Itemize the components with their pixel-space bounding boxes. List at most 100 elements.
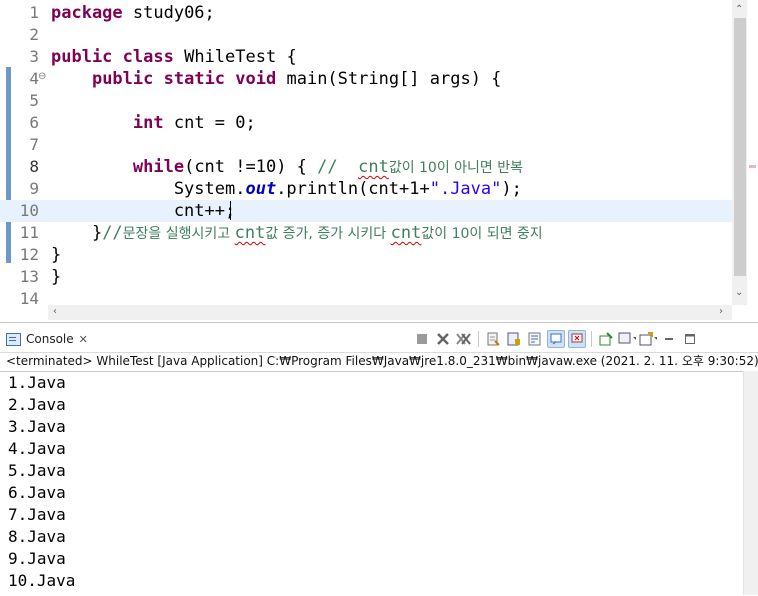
pin-console-icon[interactable] <box>597 330 615 348</box>
code-token: 문장을 실행시키고 <box>122 226 235 242</box>
console-output-line: 8.Java <box>8 527 66 546</box>
code-token: public <box>91 69 154 89</box>
code-token: while <box>132 157 185 177</box>
line-number: 8 <box>29 157 39 176</box>
line-number: 3 <box>29 47 39 66</box>
code-token: package <box>51 3 123 23</box>
console-vertical-scrollbar[interactable] <box>743 371 758 595</box>
code-token: 값 증가, 증가 시키다 <box>265 226 391 242</box>
line-number: 4 <box>29 69 39 88</box>
fold-toggle-icon[interactable]: ⊖ <box>38 71 46 83</box>
show-on-stderr-icon[interactable] <box>568 330 586 348</box>
overview-ruler-marker[interactable] <box>749 165 756 168</box>
launch-status: <terminated> WhileTest [Java Application… <box>6 354 758 368</box>
scroll-left-icon[interactable]: ‹ <box>53 306 57 318</box>
code-token: } <box>51 223 103 243</box>
line-number: 1 <box>29 3 39 22</box>
code-line[interactable]: 7 <box>0 134 732 156</box>
word-wrap-icon[interactable] <box>526 330 544 348</box>
code-line[interactable]: 13} <box>0 266 732 288</box>
show-on-stdout-icon[interactable] <box>547 330 565 348</box>
code-token: ".Java" <box>429 179 502 199</box>
code-line[interactable]: 6 int cnt = 0; <box>0 112 732 134</box>
code-token: cnt <box>390 223 422 243</box>
tab-console[interactable]: Console ✕ <box>6 330 88 348</box>
toolbar-separator <box>591 331 592 347</box>
line-number: 13 <box>19 267 39 286</box>
toolbar-separator <box>478 331 479 347</box>
terminate-icon[interactable] <box>413 330 431 348</box>
line-number: 5 <box>29 91 39 110</box>
text-caret <box>230 201 231 220</box>
console-output-line: 9.Java <box>8 549 66 568</box>
close-icon[interactable]: ✕ <box>79 333 88 346</box>
line-number: 10 <box>19 201 39 220</box>
scroll-lock-icon[interactable] <box>505 330 523 348</box>
code-line[interactable]: 11 }//문장을 실행시키고 cnt값 증가, 증가 시키다 cnt값이 10… <box>0 222 732 244</box>
scroll-down-icon[interactable]: ⌄ <box>735 287 743 299</box>
code-token: } <box>51 245 62 265</box>
code-line[interactable]: 10 cnt++; <box>0 200 732 222</box>
code-token: 값이 10이 아니면 반복 <box>388 160 524 176</box>
code-text: } <box>51 244 61 266</box>
code-line[interactable]: 2 <box>0 24 732 46</box>
code-token: cnt++; <box>51 201 236 221</box>
line-number: 14 <box>19 289 39 308</box>
console-icon <box>6 332 21 346</box>
code-line[interactable]: 8 while(cnt !=10) { // cnt값이 10이 아니면 반복 <box>0 156 732 178</box>
console-output-line: 10.Java <box>8 571 76 590</box>
code-line[interactable]: 4 public static void main(String[] args)… <box>0 68 732 90</box>
remove-all-icon[interactable] <box>455 330 473 348</box>
code-token: static <box>163 69 226 89</box>
minimize-icon[interactable] <box>660 330 678 348</box>
code-text: int cnt = 0; <box>51 112 256 134</box>
console-output-line: 7.Java <box>8 505 66 524</box>
code-token: (cnt !=10) { <box>184 157 318 177</box>
code-token: WhileTest { <box>173 47 297 67</box>
code-text: }//문장을 실행시키고 cnt값 증가, 증가 시키다 cnt값이 10이 되… <box>51 222 543 245</box>
code-token: study06; <box>122 3 215 23</box>
console-tab-label: Console <box>26 332 74 346</box>
code-line[interactable]: 9 System.out.println(cnt+1+".Java"); <box>0 178 732 200</box>
code-line[interactable]: 12} <box>0 244 732 266</box>
code-token: out <box>245 179 277 199</box>
code-editor[interactable]: 1 package study06; 2 3 public class WhileTes… <box>0 0 758 323</box>
console-output-line: 2.Java <box>8 395 66 414</box>
maximize-icon[interactable] <box>681 330 699 348</box>
code-token: cnt = 0; <box>163 113 256 133</box>
code-text: cnt++; <box>51 200 235 222</box>
open-console-icon[interactable] <box>639 330 657 348</box>
code-text: public class WhileTest { <box>51 46 297 68</box>
line-number: 6 <box>29 113 39 132</box>
remove-launch-icon[interactable] <box>434 330 452 348</box>
console-output-line: 1.Java <box>8 373 66 392</box>
line-number: 12 <box>19 245 39 264</box>
console-toolbar <box>413 329 699 349</box>
code-line[interactable]: 1 package study06; <box>0 2 732 24</box>
console-output-line: 4.Java <box>8 439 66 458</box>
editor-horizontal-scrollbar[interactable] <box>48 305 732 320</box>
line-number: 9 <box>29 179 39 198</box>
code-token: cnt <box>234 223 266 243</box>
console-output-line: 6.Java <box>8 483 66 502</box>
line-number: 11 <box>19 223 39 242</box>
clear-console-icon[interactable] <box>484 330 502 348</box>
code-token: // <box>102 223 123 243</box>
code-token: 값이 10이 되면 중지 <box>421 226 543 242</box>
console-output[interactable]: 1.Java 2.Java 3.Java 4.Java 5.Java 6.Java 7.Ja… <box>0 371 743 596</box>
console-output-line: 3.Java <box>8 417 66 436</box>
code-token: void <box>235 69 277 89</box>
display-console-icon[interactable] <box>618 330 636 348</box>
editor-vertical-scroll-thumb[interactable] <box>734 18 746 276</box>
code-token: ); <box>501 179 522 199</box>
scroll-right-icon[interactable]: › <box>719 306 723 318</box>
code-line[interactable]: 5 <box>0 90 732 112</box>
scroll-up-icon[interactable]: ⌃ <box>735 4 743 16</box>
code-line[interactable]: 3 public class WhileTest { <box>0 46 732 68</box>
code-token: System. <box>51 179 246 199</box>
code-text: System.out.println(cnt+1+".Java"); <box>51 178 522 200</box>
